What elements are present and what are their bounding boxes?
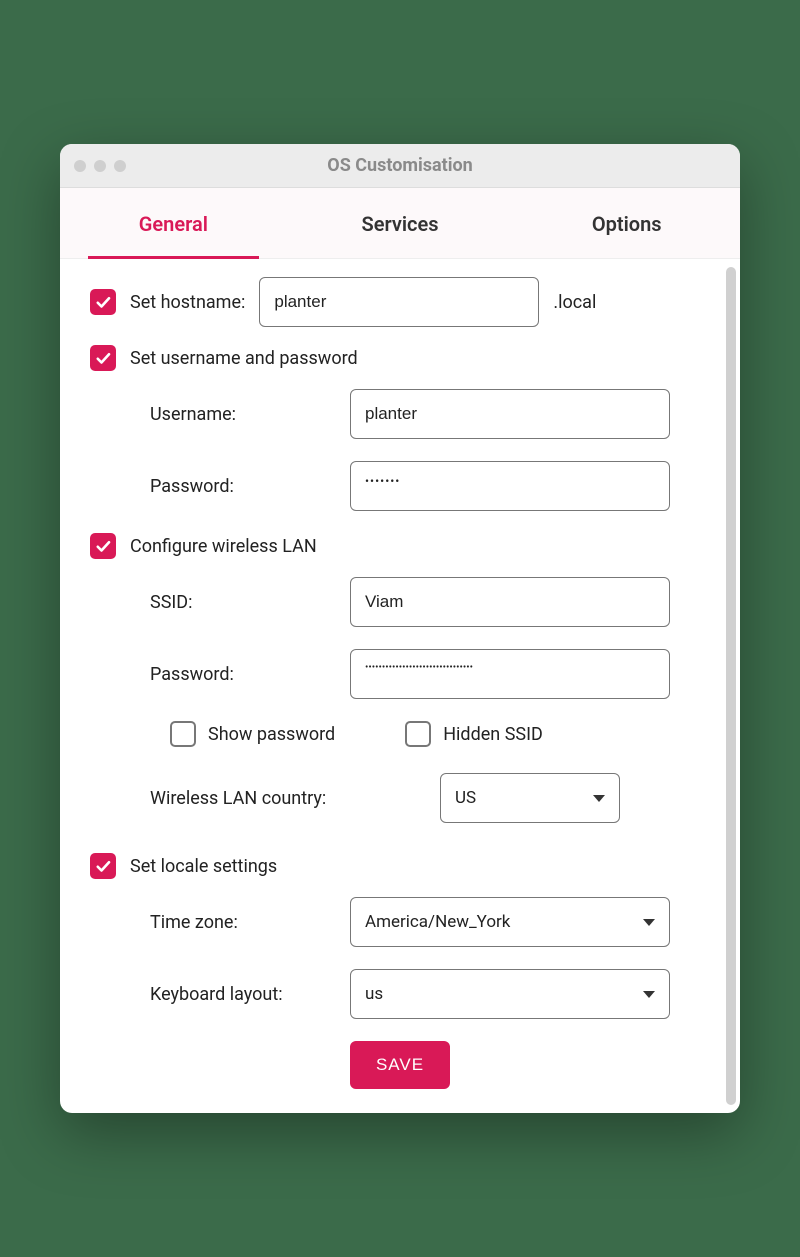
hostname-label: Set hostname:	[130, 292, 245, 313]
wlan-label: Configure wireless LAN	[130, 536, 317, 557]
check-icon	[94, 857, 112, 875]
username-input[interactable]	[350, 389, 670, 439]
timezone-row: Time zone: America/New_York	[150, 897, 710, 947]
content-area: Set hostname: .local Set username and pa…	[60, 259, 740, 1113]
userpass-checkbox[interactable]	[90, 345, 116, 371]
userpass-row: Set username and password	[90, 345, 710, 371]
minimize-window-icon[interactable]	[94, 160, 106, 172]
wlan-country-select[interactable]: US	[440, 773, 620, 823]
hostname-checkbox[interactable]	[90, 289, 116, 315]
save-button[interactable]: SAVE	[350, 1041, 450, 1089]
timezone-select[interactable]: America/New_York	[350, 897, 670, 947]
wlan-country-row: Wireless LAN country: US	[150, 773, 710, 823]
wlan-row: Configure wireless LAN	[90, 533, 710, 559]
maximize-window-icon[interactable]	[114, 160, 126, 172]
tabs: General Services Options	[60, 188, 740, 259]
hidden-ssid-checkbox[interactable]	[405, 721, 431, 747]
tab-services[interactable]: Services	[287, 188, 514, 258]
hostname-row: Set hostname: .local	[90, 277, 710, 327]
wlan-password-label: Password:	[150, 664, 350, 685]
ssid-input[interactable]	[350, 577, 670, 627]
os-customisation-window: OS Customisation General Services Option…	[60, 144, 740, 1113]
username-row: Username:	[150, 389, 710, 439]
keyboard-select[interactable]: us	[350, 969, 670, 1019]
window-title: OS Customisation	[60, 155, 740, 176]
hidden-ssid-row: Hidden SSID	[405, 721, 543, 747]
ssid-row: SSID:	[150, 577, 710, 627]
keyboard-label: Keyboard layout:	[150, 984, 350, 1005]
chevron-down-icon	[643, 919, 655, 926]
locale-checkbox[interactable]	[90, 853, 116, 879]
check-icon	[94, 349, 112, 367]
show-password-row: Show password	[170, 721, 335, 747]
check-icon	[94, 293, 112, 311]
chevron-down-icon	[593, 795, 605, 802]
timezone-value: America/New_York	[365, 912, 510, 932]
password-input[interactable]: •••••••	[350, 461, 670, 511]
wlan-checkbox[interactable]	[90, 533, 116, 559]
chevron-down-icon	[643, 991, 655, 998]
check-icon	[94, 537, 112, 555]
hostname-suffix: .local	[553, 292, 596, 313]
hidden-ssid-label: Hidden SSID	[443, 724, 543, 745]
close-window-icon[interactable]	[74, 160, 86, 172]
save-row: SAVE	[90, 1041, 710, 1089]
timezone-label: Time zone:	[150, 912, 350, 933]
locale-row: Set locale settings	[90, 853, 710, 879]
titlebar: OS Customisation	[60, 144, 740, 188]
keyboard-row: Keyboard layout: us	[150, 969, 710, 1019]
username-label: Username:	[150, 404, 350, 425]
locale-label: Set locale settings	[130, 856, 277, 877]
show-password-label: Show password	[208, 724, 335, 745]
tab-general[interactable]: General	[60, 188, 287, 258]
wlan-password-row: Password: ••••••••••••••••••••••••••••••…	[150, 649, 710, 699]
scrollbar[interactable]	[726, 267, 736, 1105]
traffic-lights	[74, 160, 126, 172]
show-password-checkbox[interactable]	[170, 721, 196, 747]
tab-options[interactable]: Options	[513, 188, 740, 258]
ssid-label: SSID:	[150, 592, 350, 613]
keyboard-value: us	[365, 984, 383, 1004]
wlan-country-label: Wireless LAN country:	[150, 788, 440, 809]
hostname-input[interactable]	[259, 277, 539, 327]
password-row: Password: •••••••	[150, 461, 710, 511]
userpass-label: Set username and password	[130, 348, 358, 369]
password-label: Password:	[150, 476, 350, 497]
wlan-subchecks: Show password Hidden SSID	[170, 721, 710, 747]
wlan-password-input[interactable]: ••••••••••••••••••••••••••••••••	[350, 649, 670, 699]
wlan-country-value: US	[455, 788, 476, 808]
